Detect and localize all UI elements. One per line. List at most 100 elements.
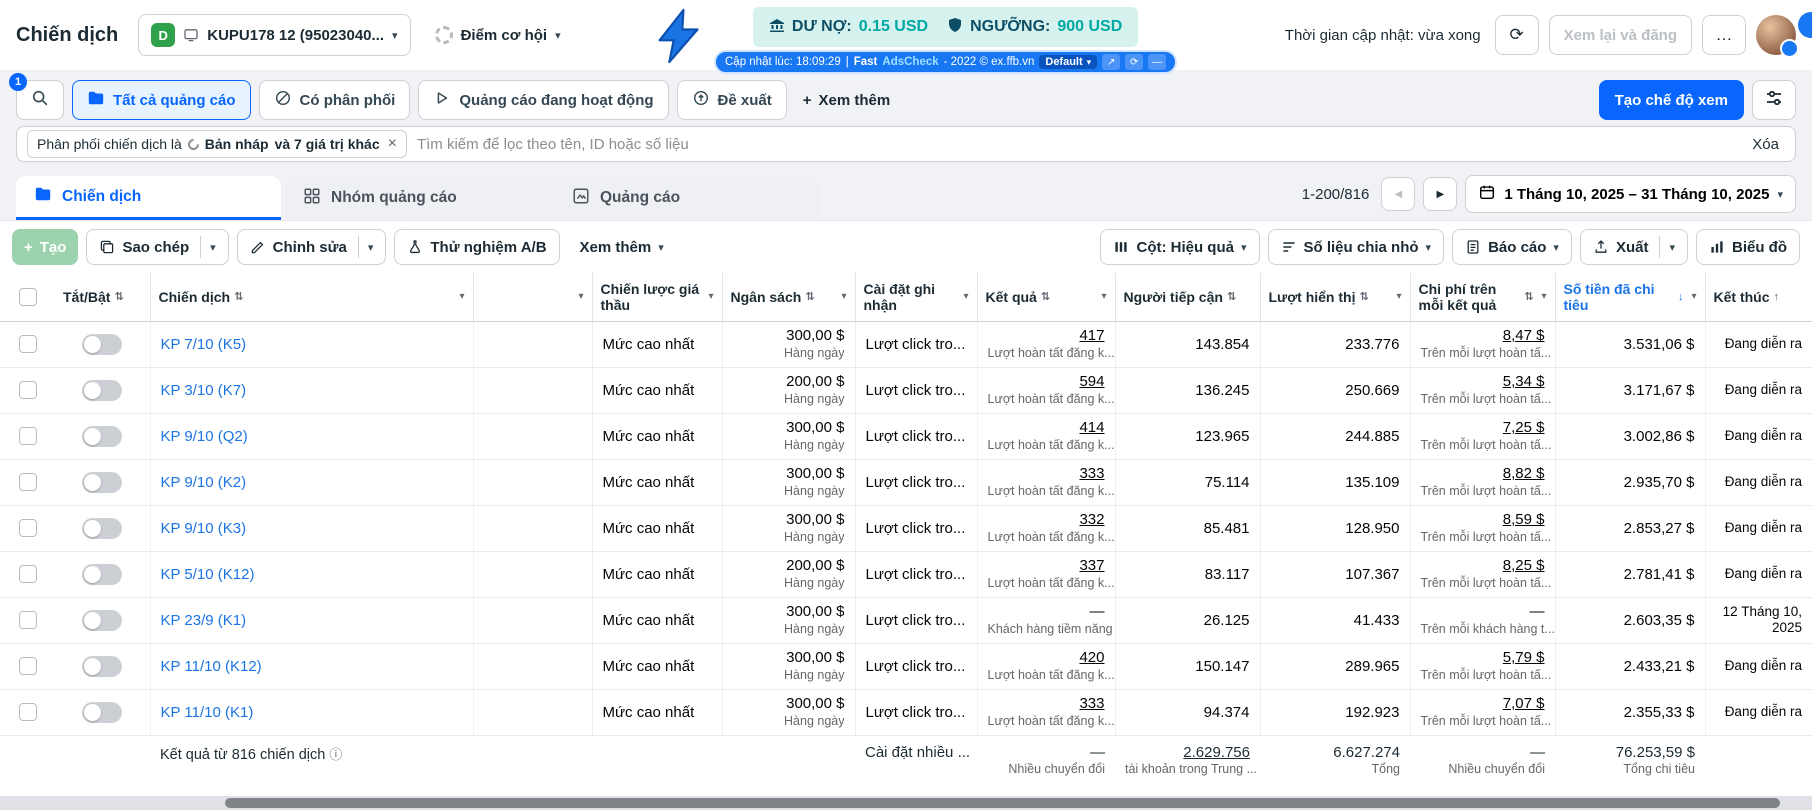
campaign-toggle[interactable] xyxy=(82,563,123,585)
col-delivery[interactable]: ▾ xyxy=(473,273,593,322)
columns-button[interactable]: Cột: Hiệu quả ▾ xyxy=(1100,229,1260,265)
select-all-checkbox[interactable] xyxy=(18,287,37,306)
scrollbar-thumb[interactable] xyxy=(225,798,1780,808)
campaign-toggle[interactable] xyxy=(82,333,123,355)
campaign-name-link[interactable]: KP 7/10 (K5) xyxy=(161,336,247,353)
column-menu-icon[interactable]: ▾ xyxy=(1101,291,1106,302)
col-reach[interactable]: Người tiếp cận ⇅ xyxy=(1115,273,1261,322)
edit-button[interactable]: Chỉnh sửa ▾ xyxy=(236,229,387,265)
view-tab-had-delivery[interactable]: Có phân phối xyxy=(258,80,411,120)
campaign-toggle[interactable] xyxy=(82,609,123,631)
col-budget[interactable]: Ngân sách ⇅ ▾ xyxy=(722,273,856,322)
charts-button[interactable]: Biểu đồ xyxy=(1696,229,1800,265)
refresh-button[interactable]: ⟳ xyxy=(1494,15,1539,55)
preset-select[interactable]: Default ▾ xyxy=(1039,55,1098,69)
close-icon[interactable]: × xyxy=(388,136,397,152)
export-button[interactable]: Xuất ▾ xyxy=(1579,229,1688,265)
row-checkbox[interactable] xyxy=(18,427,37,446)
view-tabs-see-more[interactable]: + Xem thêm xyxy=(803,92,890,109)
campaign-name-cell: KP 3/10 (K7) xyxy=(150,367,474,414)
bid-strategy-cell: Mức cao nhất xyxy=(592,459,723,506)
campaign-name-link[interactable]: KP 9/10 (K3) xyxy=(161,520,247,537)
campaign-name-link[interactable]: KP 11/10 (K1) xyxy=(161,704,254,721)
edit-menu-caret[interactable]: ▾ xyxy=(357,236,373,258)
column-menu-icon[interactable]: ▾ xyxy=(708,291,713,302)
col-cost-per-result[interactable]: Chi phí trên mỗi kết quả ⇅ ▾ xyxy=(1410,273,1556,322)
bank-icon xyxy=(769,17,785,38)
view-settings-button[interactable] xyxy=(1752,80,1796,120)
chevron-left-icon: ◀ xyxy=(1394,188,1403,200)
col-bid-strategy[interactable]: Chiến lược giá thầu ▾ xyxy=(592,273,723,322)
refresh-icon[interactable]: ⟳ xyxy=(1125,54,1144,70)
campaign-name-link[interactable]: KP 23/9 (K1) xyxy=(161,612,247,629)
campaign-toggle[interactable] xyxy=(82,379,123,401)
row-checkbox[interactable] xyxy=(18,381,37,400)
column-menu-icon[interactable]: ▾ xyxy=(1396,291,1401,302)
results-cell: 332 Lượt hoàn tất đăng k... xyxy=(977,505,1116,552)
campaign-name-link[interactable]: KP 9/10 (K2) xyxy=(161,474,247,491)
col-impressions[interactable]: Lượt hiển thị ⇅ ▾ xyxy=(1260,273,1411,322)
avatar[interactable] xyxy=(1756,15,1799,58)
tab-adsets[interactable]: Nhóm quảng cáo xyxy=(285,176,550,220)
col-campaign[interactable]: Chiến dịch ⇅ ▾ xyxy=(150,273,474,322)
campaign-name-link[interactable]: KP 9/10 (Q2) xyxy=(161,428,248,445)
col-amount-spent[interactable]: Số tiền đã chi tiêu ↓ ▾ xyxy=(1555,273,1706,322)
column-menu-icon[interactable]: ▾ xyxy=(1541,291,1546,302)
delivery-cell xyxy=(473,597,593,644)
toolbar-see-more[interactable]: Xem thêm ▾ xyxy=(568,229,676,265)
filter-chip-delivery[interactable]: Phân phối chiến dịch là Bản nháp và 7 gi… xyxy=(27,130,407,158)
column-menu-icon[interactable]: ▾ xyxy=(963,291,968,302)
tab-ads[interactable]: Quảng cáo xyxy=(554,176,819,220)
view-tab-active-ads[interactable]: Quảng cáo đang hoạt động xyxy=(418,80,669,120)
campaign-name-link[interactable]: KP 5/10 (K12) xyxy=(161,566,255,583)
expand-icon[interactable]: ↗ xyxy=(1102,54,1121,70)
column-menu-icon[interactable]: ▾ xyxy=(578,291,583,302)
campaign-name-link[interactable]: KP 3/10 (K7) xyxy=(161,382,247,399)
duplicate-menu-caret[interactable]: ▾ xyxy=(200,236,216,258)
more-options-button[interactable]: … xyxy=(1702,15,1746,55)
minimize-icon[interactable]: — xyxy=(1148,54,1167,70)
bid-strategy-cell: Mức cao nhất xyxy=(592,367,723,414)
table-row: KP 5/10 (K12) Mức cao nhất 200,00 $ Hàng … xyxy=(0,551,1812,598)
filter-search-input[interactable] xyxy=(416,135,1737,153)
prev-page-button[interactable]: ◀ xyxy=(1381,177,1416,211)
campaign-toggle[interactable] xyxy=(82,701,123,723)
row-checkbox[interactable] xyxy=(18,335,37,354)
duplicate-button[interactable]: Sao chép ▾ xyxy=(86,229,229,265)
row-checkbox[interactable] xyxy=(18,565,37,584)
col-ends[interactable]: Kết thúc ↑ xyxy=(1705,273,1812,322)
row-checkbox[interactable] xyxy=(18,657,37,676)
create-button[interactable]: + Tạo xyxy=(12,229,79,265)
column-menu-icon[interactable]: ▾ xyxy=(841,291,846,302)
column-menu-icon[interactable]: ▾ xyxy=(1691,291,1696,302)
column-menu-icon[interactable]: ▾ xyxy=(459,291,464,302)
breakdown-button[interactable]: Số liệu chia nhỏ ▾ xyxy=(1267,229,1445,265)
results-cell: — Khách hàng tiềm năng xyxy=(977,597,1116,644)
reports-button[interactable]: Báo cáo ▾ xyxy=(1452,229,1572,265)
campaign-toggle[interactable] xyxy=(82,471,123,493)
campaign-toggle[interactable] xyxy=(82,655,123,677)
budget-cell: 300,00 $ Hàng ngày xyxy=(722,459,856,506)
view-tab-all-ads[interactable]: Tất cả quảng cáo xyxy=(72,80,251,120)
tab-campaigns[interactable]: Chiến dịch xyxy=(16,176,281,220)
row-checkbox[interactable] xyxy=(18,703,37,722)
account-selector[interactable]: D KUPU178 12 (95023040... ▾ xyxy=(138,14,411,56)
row-checkbox[interactable] xyxy=(18,519,37,538)
view-tab-recommendations[interactable]: Đề xuất xyxy=(676,80,787,120)
row-checkbox[interactable] xyxy=(18,473,37,492)
col-attribution[interactable]: Cài đặt ghi nhận ▾ xyxy=(855,273,978,322)
opportunity-score[interactable]: Điểm cơ hội ▾ xyxy=(434,26,561,44)
date-range-picker[interactable]: 1 Tháng 10, 2025 – 31 Tháng 10, 2025 ▾ xyxy=(1465,175,1796,213)
next-page-button[interactable]: ▶ xyxy=(1423,177,1458,211)
campaign-toggle[interactable] xyxy=(82,517,123,539)
clear-filters-button[interactable]: Xóa xyxy=(1746,136,1785,153)
ab-test-button[interactable]: Thử nghiệm A/B xyxy=(394,229,560,265)
review-publish-button[interactable]: Xem lại và đăng xyxy=(1548,15,1692,55)
campaign-name-link[interactable]: KP 11/10 (K12) xyxy=(161,658,262,675)
col-results[interactable]: Kết quả ⇅ ▾ xyxy=(977,273,1116,322)
create-view-button[interactable]: Tạo chế độ xem xyxy=(1598,80,1744,120)
col-toggle[interactable]: Tắt/Bật ⇅ xyxy=(55,273,151,322)
export-menu-caret[interactable]: ▾ xyxy=(1659,236,1675,258)
row-checkbox[interactable] xyxy=(18,611,37,630)
campaign-toggle[interactable] xyxy=(82,425,123,447)
